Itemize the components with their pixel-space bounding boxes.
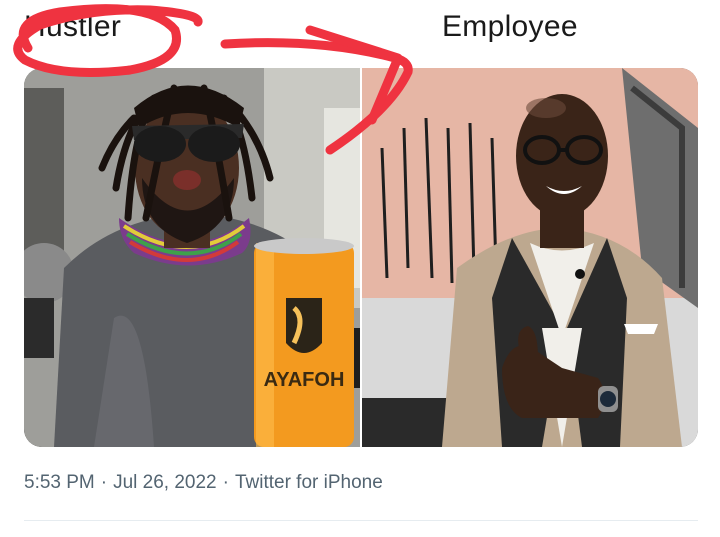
- can-label: AYAFOH: [264, 369, 345, 391]
- meta-separator: ·: [222, 472, 229, 493]
- tweet-media[interactable]: AYAFOH: [24, 68, 698, 447]
- energy-drink-can: AYAFOH: [254, 238, 354, 447]
- photo-hustler[interactable]: AYAFOH: [24, 68, 360, 447]
- caption-employee: Employee: [442, 10, 578, 43]
- meta-separator: ·: [100, 472, 108, 493]
- caption-hustler: Hustler: [24, 10, 122, 43]
- tweet-source[interactable]: Twitter for iPhone: [235, 472, 383, 493]
- tweet-time[interactable]: 5:53 PM: [24, 472, 95, 493]
- photo-employee[interactable]: [362, 68, 698, 447]
- divider-line: [24, 520, 698, 521]
- tweet-metadata: 5:53 PM · Jul 26, 2022 · Twitter for iPhone: [24, 472, 383, 494]
- employee-illustration: [362, 68, 698, 447]
- tweet-date[interactable]: Jul 26, 2022: [113, 472, 217, 493]
- hustler-illustration: AYAFOH: [24, 68, 360, 447]
